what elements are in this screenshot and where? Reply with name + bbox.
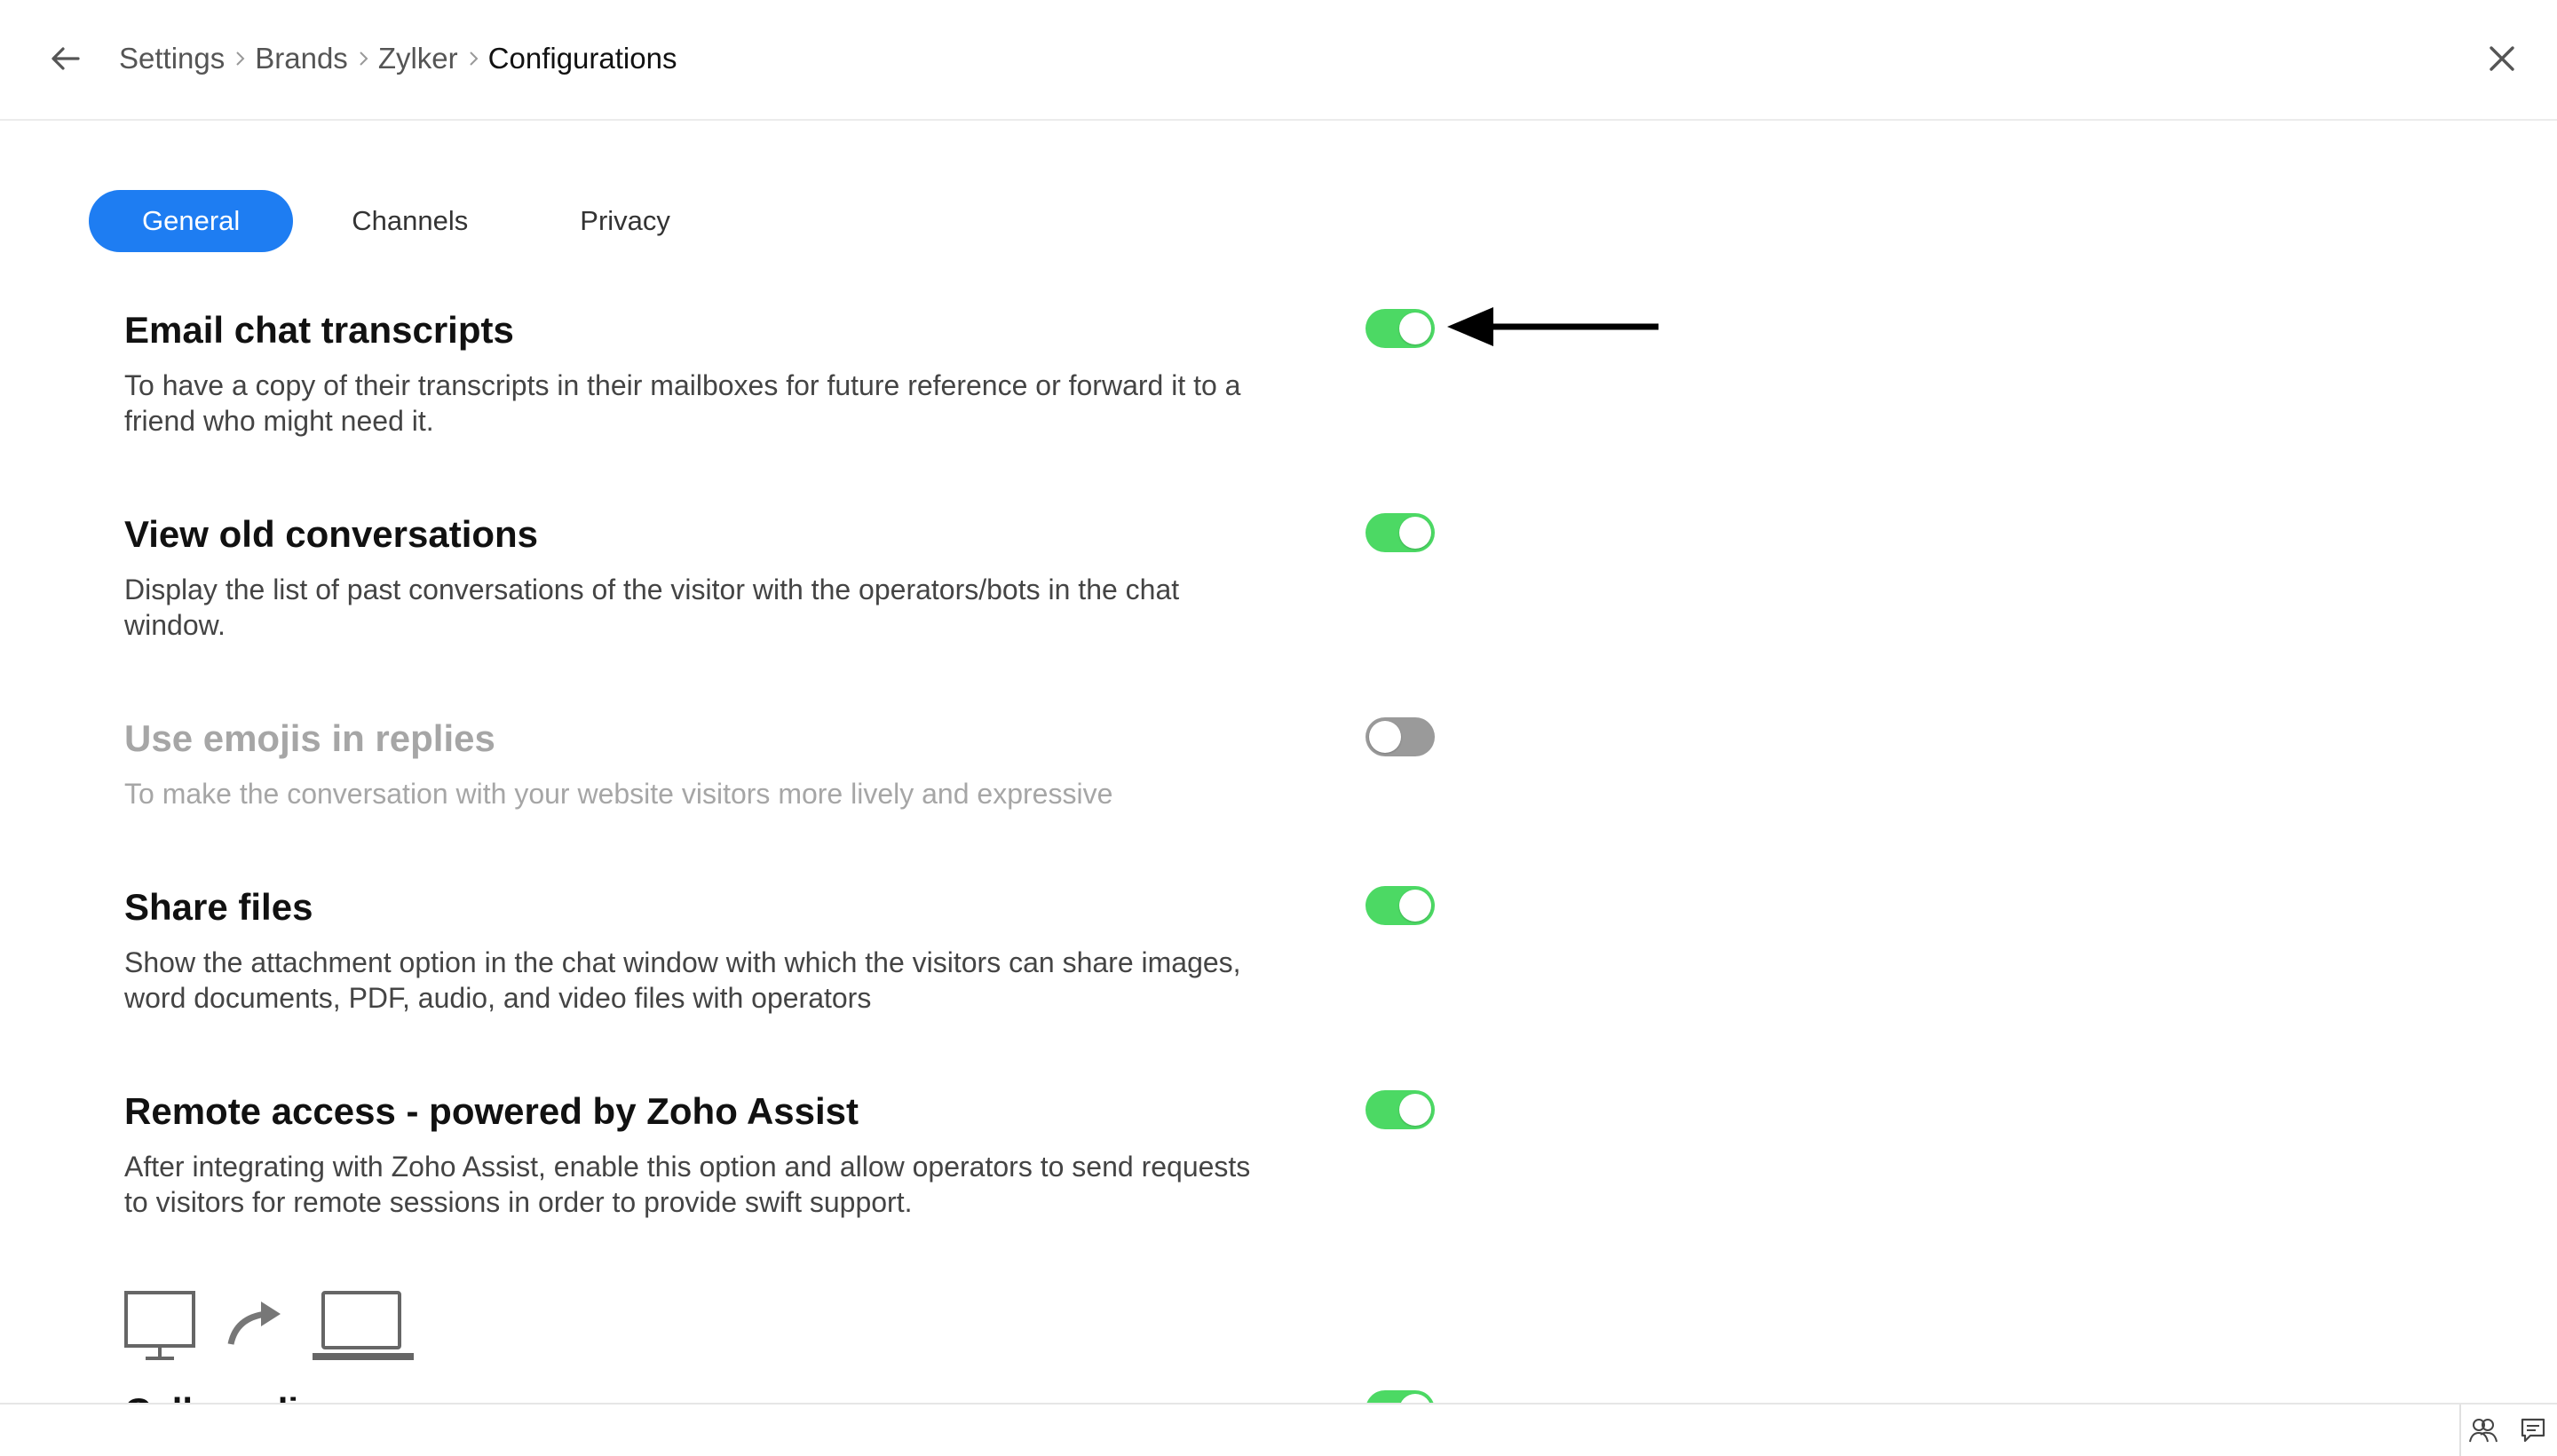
remote-access-toggle[interactable] bbox=[1366, 1090, 1435, 1129]
tab-general[interactable]: General bbox=[89, 190, 294, 252]
visitors-icon bbox=[2469, 1419, 2498, 1443]
setting-use-emojis: Use emojis in replies To make the conver… bbox=[124, 714, 1438, 811]
setting-title: Share files bbox=[124, 886, 313, 928]
toggle-knob bbox=[1399, 890, 1431, 922]
setting-email-chat-transcripts: Email chat transcripts To have a copy of… bbox=[124, 305, 1438, 439]
toggle-knob bbox=[1399, 313, 1431, 344]
setting-view-old-conversations: View old conversations Display the list … bbox=[124, 510, 1438, 643]
setting-description: To make the conversation with your websi… bbox=[124, 778, 1113, 810]
breadcrumb: Settings Brands Zylker Configurations bbox=[119, 39, 677, 78]
footer-divider bbox=[2459, 1405, 2461, 1456]
setting-title: Email chat transcripts bbox=[124, 309, 514, 351]
pointer-arrow-icon bbox=[1447, 307, 1658, 346]
setting-description: Show the attachment option in the chat w… bbox=[124, 946, 1241, 1014]
breadcrumb-zylker[interactable]: Zylker bbox=[378, 42, 458, 75]
chat-icon bbox=[2521, 1418, 2545, 1443]
breadcrumb-brands[interactable]: Brands bbox=[255, 42, 348, 75]
breadcrumb-configurations: Configurations bbox=[487, 42, 677, 75]
breadcrumb-settings[interactable]: Settings bbox=[119, 42, 225, 75]
setting-title: Remote access - powered by Zoho Assist bbox=[124, 1090, 859, 1132]
use-emojis-toggle[interactable] bbox=[1366, 717, 1435, 756]
setting-description: To have a copy of their transcripts in t… bbox=[124, 369, 1241, 437]
chevron-right-icon bbox=[225, 39, 255, 78]
share-files-toggle[interactable] bbox=[1366, 886, 1435, 925]
setting-title: View old conversations bbox=[124, 513, 539, 555]
chevron-right-icon bbox=[458, 39, 488, 78]
chat-button[interactable] bbox=[2518, 1415, 2548, 1445]
close-icon bbox=[2490, 46, 2514, 71]
share-arrow-icon bbox=[227, 1302, 281, 1345]
chevron-right-icon bbox=[348, 39, 378, 78]
back-button[interactable] bbox=[46, 39, 85, 78]
tab-channels[interactable]: Channels bbox=[298, 190, 521, 252]
bottom-bar bbox=[0, 1403, 2557, 1456]
close-button[interactable] bbox=[2482, 39, 2521, 78]
toggle-knob bbox=[1399, 1094, 1431, 1126]
tab-bar: General Channels Privacy bbox=[89, 190, 729, 252]
arrow-left-icon bbox=[51, 47, 80, 70]
toggle-knob bbox=[1369, 721, 1401, 753]
setting-remote-access: Remote access - powered by Zoho Assist A… bbox=[124, 1087, 1438, 1220]
remote-access-illustration bbox=[124, 1291, 414, 1360]
setting-description: Display the list of past conversations o… bbox=[124, 574, 1180, 641]
monitor-icon bbox=[124, 1291, 195, 1360]
toggle-knob bbox=[1399, 517, 1431, 549]
setting-title: Use emojis in replies bbox=[124, 717, 495, 759]
laptop-icon bbox=[313, 1291, 414, 1360]
visitors-button[interactable] bbox=[2468, 1415, 2498, 1445]
email-chat-transcripts-toggle[interactable] bbox=[1366, 309, 1435, 348]
setting-description: After integrating with Zoho Assist, enab… bbox=[124, 1151, 1251, 1218]
tab-privacy[interactable]: Privacy bbox=[526, 190, 724, 252]
top-bar: Settings Brands Zylker Configurations bbox=[0, 0, 2557, 121]
setting-share-files: Share files Show the attachment option i… bbox=[124, 882, 1438, 1016]
view-old-conversations-toggle[interactable] bbox=[1366, 513, 1435, 552]
